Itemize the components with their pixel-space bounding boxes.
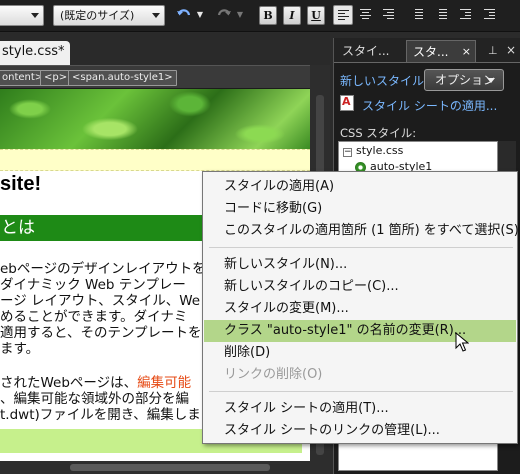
- document-tab-label: style.css*: [2, 44, 65, 59]
- tree-item-file-label: style.css: [356, 144, 404, 157]
- document-tab-style-css[interactable]: style.css*: [0, 41, 70, 65]
- increase-indent-button[interactable]: [480, 5, 500, 25]
- mouse-pointer-icon: [455, 332, 469, 352]
- numbered-list-button[interactable]: [408, 5, 428, 25]
- close-panel-icon[interactable]: ×: [506, 43, 516, 57]
- bold-button[interactable]: B: [259, 6, 277, 25]
- redo-dropdown-button[interactable]: ▼: [234, 5, 246, 25]
- menu-item-delete[interactable]: 削除(D): [204, 342, 516, 364]
- header-leaf-image: [0, 89, 310, 149]
- tab-manage-styles[interactable]: スタ... ×: [406, 40, 476, 62]
- align-center-icon: [360, 9, 371, 20]
- menu-separator: [209, 391, 513, 392]
- font-size-select[interactable]: (既定のサイズ): [53, 5, 165, 26]
- close-icon[interactable]: ×: [462, 41, 471, 63]
- bullet-list-button[interactable]: [432, 5, 452, 25]
- menu-item-remove-link: リンクの削除(O): [224, 367, 323, 382]
- tab-apply-styles[interactable]: スタイ...: [336, 40, 404, 62]
- formatting-toolbar: (既定のサイズ) ▼ ▼ B I U: [0, 0, 520, 32]
- chevron-down-icon: [152, 13, 160, 18]
- menu-item-select-all-instances[interactable]: このスタイルの適用箇所 (1 箇所) をすべて選択(S): [204, 220, 519, 242]
- apply-stylesheet-link[interactable]: スタイル シートの適用...: [362, 97, 497, 114]
- css-styles-label: CSS スタイル:: [340, 126, 417, 140]
- new-style-link[interactable]: 新しいスタイル...: [340, 72, 435, 89]
- undo-button[interactable]: [174, 5, 194, 25]
- stylesheet-icon: A: [340, 95, 354, 111]
- tree-item-file[interactable]: − style.css: [343, 144, 403, 157]
- italic-button[interactable]: I: [283, 6, 301, 25]
- underline-button[interactable]: U: [307, 6, 325, 25]
- decrease-indent-button[interactable]: [456, 5, 476, 25]
- align-left-button[interactable]: [333, 5, 353, 25]
- document-tab-strip: style.css*: [0, 33, 330, 65]
- undo-arrow-icon: [177, 9, 191, 16]
- tag-chip-p[interactable]: <p>: [40, 70, 72, 86]
- redo-arrow-icon: [217, 9, 231, 16]
- menu-separator: [209, 247, 513, 248]
- editable-region-text: 編集可能: [137, 375, 192, 391]
- horizontal-scrollbar[interactable]: [0, 461, 310, 474]
- menu-item-manage-stylesheet-links[interactable]: スタイル シートのリンクの管理(L)...: [204, 420, 516, 442]
- numbered-list-icon: [412, 9, 423, 20]
- menu-item-new-style[interactable]: 新しいスタイル(N)...: [204, 254, 516, 276]
- menu-item-apply-style[interactable]: スタイルの適用(A): [204, 176, 516, 198]
- quick-tag-selector: ontent> <p> <span.auto-style1>: [0, 65, 328, 89]
- chevron-down-icon: [487, 78, 495, 83]
- context-menu: スタイルの適用(A) コードに移動(G) このスタイルの適用箇所 (1 箇所) …: [202, 171, 519, 444]
- site-heading: site!: [0, 173, 42, 195]
- undo-dropdown-button[interactable]: ▼: [194, 5, 206, 25]
- header-region-border: [0, 149, 310, 171]
- menu-item-go-to-code[interactable]: コードに移動(G): [204, 198, 516, 220]
- menu-item-apply-stylesheet[interactable]: スタイル シートの適用(T)...: [204, 398, 516, 420]
- tag-chip-span[interactable]: <span.auto-style1>: [68, 70, 177, 86]
- options-button[interactable]: オプション: [424, 69, 504, 91]
- menu-item-new-style-copy[interactable]: 新しいスタイルのコピー(C)...: [204, 276, 516, 298]
- align-center-button[interactable]: [356, 5, 376, 25]
- options-button-label: オプション: [435, 73, 496, 87]
- decrease-indent-icon: [460, 9, 471, 20]
- align-left-icon: [338, 10, 349, 21]
- bullet-list-icon: [436, 9, 447, 20]
- collapse-icon[interactable]: −: [343, 148, 352, 157]
- paragraph-text: されたWebページは、: [0, 375, 138, 391]
- chevron-down-icon: [31, 13, 39, 18]
- tab-label: スタ...: [413, 45, 449, 59]
- font-name-select[interactable]: [0, 5, 44, 26]
- increase-indent-icon: [484, 9, 495, 20]
- align-right-button[interactable]: [379, 5, 399, 25]
- font-size-value: (既定のサイズ): [60, 9, 135, 22]
- redo-button[interactable]: [214, 5, 234, 25]
- align-right-icon: [383, 9, 394, 20]
- pin-icon[interactable]: ⊥: [488, 44, 498, 57]
- menu-item-modify-style[interactable]: スタイルの変更(M)...: [204, 298, 516, 320]
- menu-item-rename-class[interactable]: クラス "auto-style1" の名前の変更(R)...: [204, 320, 516, 342]
- scrollbar-thumb[interactable]: [70, 464, 270, 471]
